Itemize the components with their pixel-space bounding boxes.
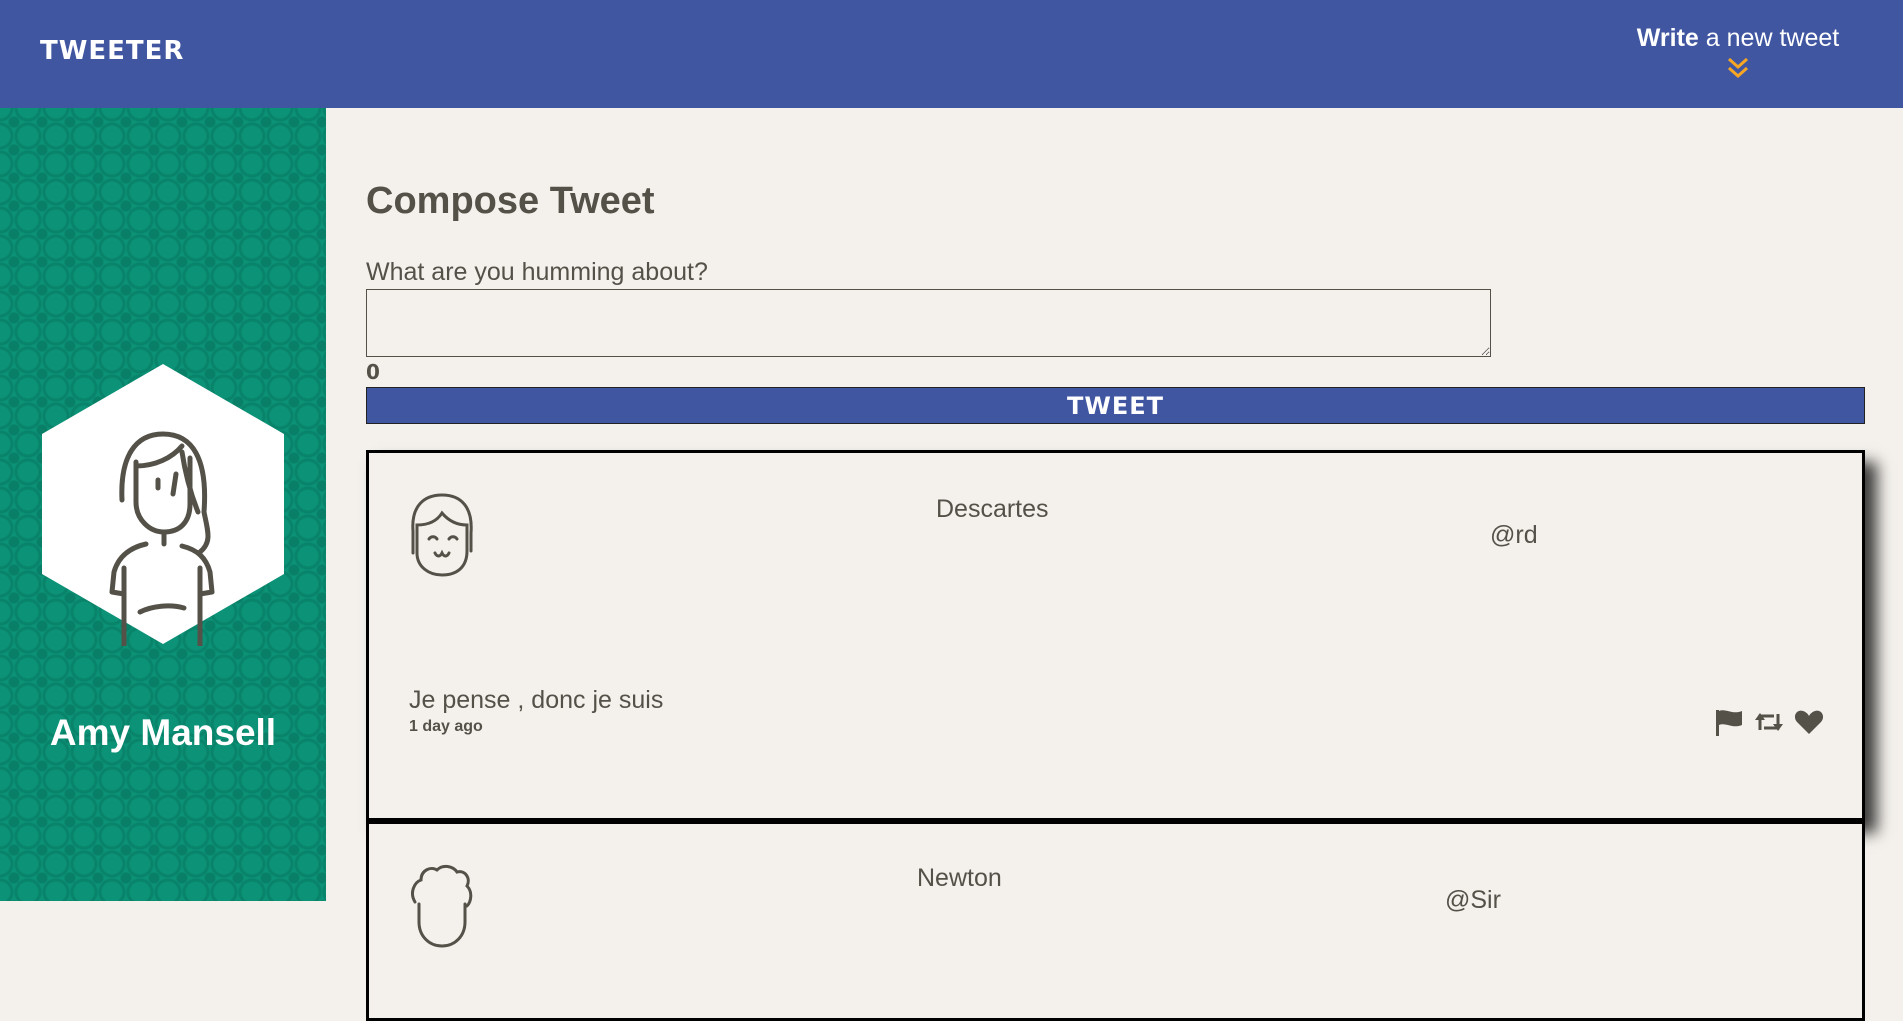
heart-icon[interactable]	[1794, 708, 1824, 736]
tweet-avatar	[411, 493, 473, 577]
write-new-tweet-link[interactable]: Write a new tweet	[1618, 24, 1858, 79]
character-counter: 0	[366, 360, 380, 384]
tweet-author-handle: @rd	[1490, 521, 1538, 549]
double-chevron-down-icon[interactable]	[1726, 57, 1750, 79]
tweet-author-name: Descartes	[936, 495, 1049, 523]
profile-sidebar: Amy Mansell	[0, 108, 326, 901]
app-logo[interactable]: TWEETER	[40, 36, 184, 66]
user-name: Amy Mansell	[49, 712, 277, 753]
user-avatar	[42, 364, 284, 646]
tweet-body: Je pense , donc je suis	[409, 686, 664, 714]
tweet-author-name: Newton	[917, 864, 1002, 892]
tweet-card: Newton @Sir	[366, 821, 1865, 1021]
top-nav: TWEETER Write a new tweet	[0, 0, 1903, 108]
compose-title: Compose Tweet	[366, 180, 655, 222]
compose-label: What are you humming about?	[366, 258, 708, 286]
write-bold-label: Write	[1636, 24, 1699, 52]
write-rest-label: a new tweet	[1698, 24, 1840, 52]
main-content: Compose Tweet What are you humming about…	[326, 108, 1903, 1021]
tweet-card: Descartes @rd Je pense , donc je suis 1 …	[366, 450, 1865, 821]
flag-icon[interactable]	[1714, 708, 1744, 736]
tweet-text-input[interactable]	[366, 289, 1491, 357]
retweet-icon[interactable]	[1754, 708, 1784, 736]
tweet-actions	[1714, 708, 1824, 736]
tweet-button[interactable]: TWEET	[366, 387, 1865, 424]
tweet-timestamp: 1 day ago	[409, 718, 483, 735]
tweet-avatar	[411, 864, 473, 948]
